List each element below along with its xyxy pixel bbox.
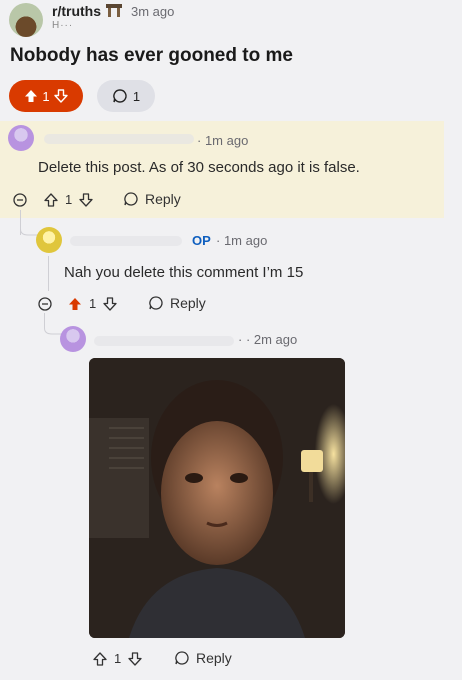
comment-image[interactable] [89,358,345,638]
vote-count: 1 [89,296,97,311]
avatar[interactable] [8,125,34,151]
post-time: 3m ago [131,4,175,19]
reply-icon [175,651,189,665]
vote-count: 1 [65,192,73,207]
comment-time: · 1m ago [197,133,249,148]
reply-label: Reply [170,295,206,311]
comment-text: Nah you delete this comment I’m 15 [64,264,304,281]
post-vote-control: 1 [9,80,83,112]
portrait-photo [89,358,345,638]
vote-count: 1 [114,651,122,666]
comment-actions: 1 [68,296,117,311]
post-author[interactable]: H··· [52,20,73,31]
post-comment-count: 1 [132,88,141,104]
reply-label: Reply [145,191,181,207]
upvote-icon[interactable] [24,89,38,103]
reply-label: Reply [196,650,232,666]
comment-time: · · 2m ago [238,332,298,347]
comment-actions: 1 [44,192,93,207]
comment-actions: 1 [93,651,142,666]
downvote-icon[interactable] [128,651,142,666]
upvote-icon[interactable] [93,651,107,666]
comment-text: Delete this post. As of 30 seconds ago i… [38,159,360,176]
upvote-icon[interactable] [44,192,58,207]
subreddit-avatar[interactable] [9,3,43,37]
downvote-icon[interactable] [53,89,68,103]
thread-line [48,256,49,291]
avatar[interactable] [36,227,62,253]
post-title: Nobody has ever gooned to me [10,45,293,66]
reply-button[interactable]: Reply [123,191,181,207]
comment-icon [113,89,127,103]
reply-button[interactable]: Reply [148,295,206,311]
reply-button[interactable]: Reply [174,650,232,666]
subreddit-name[interactable]: r/truths [52,3,101,19]
upvote-icon[interactable] [68,297,82,311]
post-comments-button[interactable]: 1 [97,80,155,112]
collapse-icon[interactable] [38,297,52,311]
redacted-username [44,134,194,144]
flair-icon [106,4,122,17]
downvote-icon[interactable] [103,296,117,311]
collapse-icon[interactable] [13,193,27,207]
avatar[interactable] [60,326,86,352]
op-badge: OP [192,233,211,248]
post-vote-count: 1 [42,88,50,104]
redacted-username [70,236,182,246]
comment-time: · 1m ago [216,233,268,248]
reply-icon [124,192,138,206]
redacted-username [94,336,234,346]
downvote-icon[interactable] [79,192,93,207]
reply-icon [149,296,163,310]
